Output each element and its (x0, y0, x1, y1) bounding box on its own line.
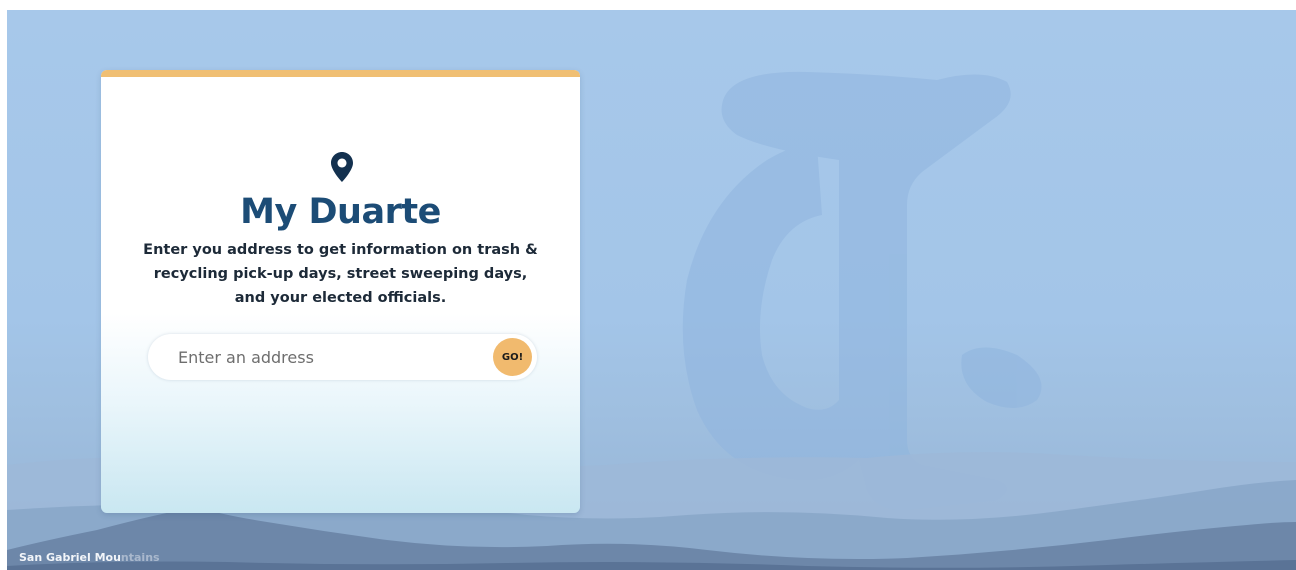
card-description: Enter you address to get information on … (143, 242, 538, 306)
photo-caption-faded: ntains (120, 551, 160, 564)
photo-caption-visible: San Gabriel Mou (19, 551, 121, 564)
card-title: My Duarte (240, 192, 441, 232)
address-search-box: GO! (148, 334, 537, 380)
hero-banner: My Duarte Enter you address to get infor… (7, 10, 1296, 570)
card-accent-bar (101, 70, 580, 77)
address-lookup-card: My Duarte Enter you address to get infor… (101, 70, 580, 513)
photo-caption: San Gabriel Mountains (19, 551, 160, 564)
map-pin-icon (331, 152, 353, 182)
go-button[interactable]: GO! (493, 338, 532, 376)
city-logo-watermark (682, 71, 1042, 511)
address-input[interactable] (178, 334, 478, 380)
